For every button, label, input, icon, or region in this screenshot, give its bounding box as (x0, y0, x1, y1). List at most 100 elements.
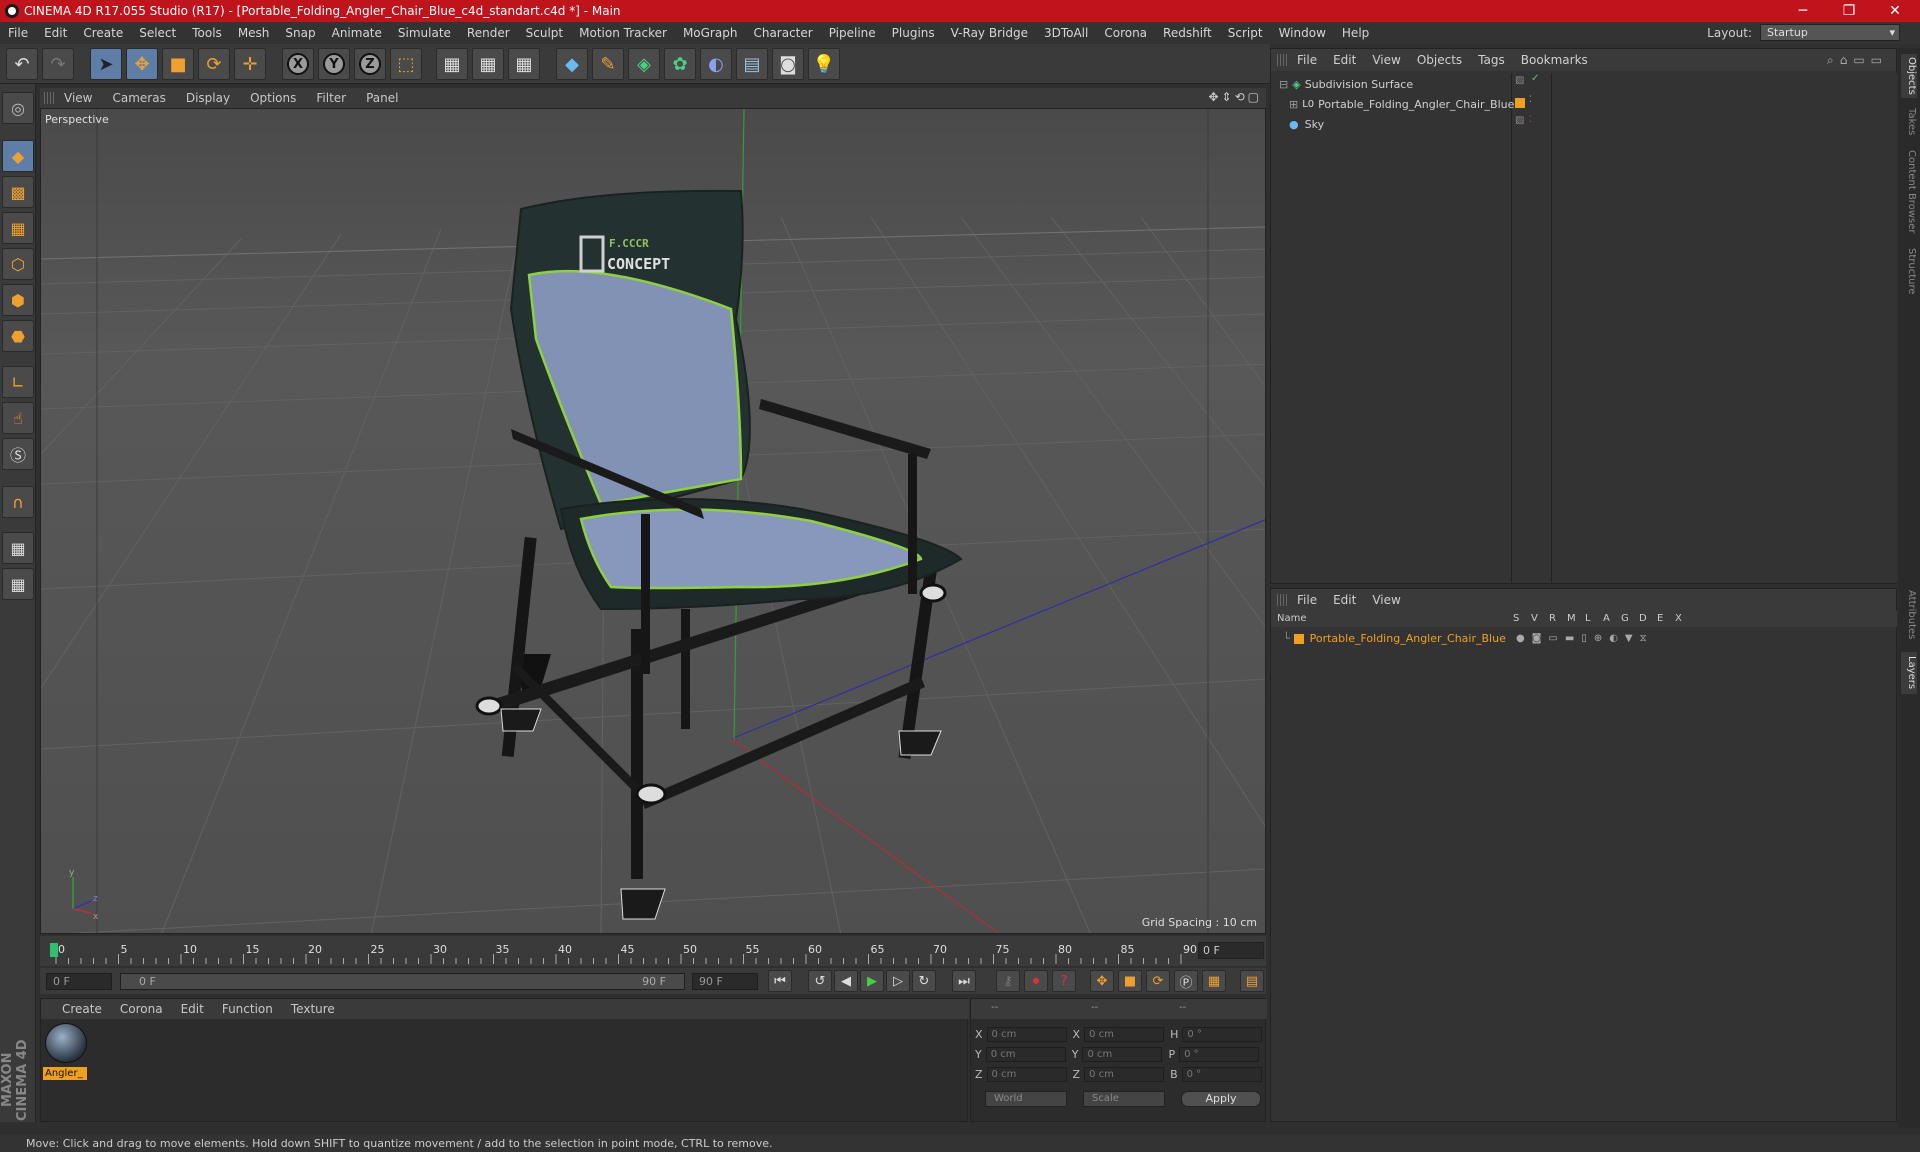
layout-dropdown[interactable]: Startup (1760, 24, 1900, 41)
x-axis-lock-icon[interactable]: X (282, 48, 314, 80)
render-settings-icon[interactable]: ▦ (508, 48, 540, 80)
panel-grip-icon[interactable] (1277, 594, 1287, 606)
objects-menu-bookmarks[interactable]: Bookmarks (1513, 53, 1596, 67)
play-icon[interactable]: ▶ (860, 970, 884, 992)
position-x-field[interactable]: 0 cm (986, 1026, 1067, 1042)
size-mode-dropdown[interactable]: Scale (1083, 1091, 1165, 1107)
minimize-button[interactable]: ─ (1780, 0, 1826, 22)
viewport-navigation-icons[interactable]: ✥⇕⟲▢ (1208, 90, 1262, 104)
menu-create[interactable]: Create (75, 26, 131, 40)
objects-menu-edit[interactable]: Edit (1325, 53, 1364, 67)
go-to-end-icon[interactable]: ⏭ (952, 970, 976, 992)
viewport-menu-display[interactable]: Display (176, 91, 240, 105)
menu-tools[interactable]: Tools (184, 26, 230, 40)
objects-menu-file[interactable]: File (1289, 53, 1325, 67)
render-view-icon[interactable]: ▦ (436, 48, 468, 80)
material-menu-function[interactable]: Function (213, 1002, 282, 1016)
menu-render[interactable]: Render (459, 26, 518, 40)
menu-mesh[interactable]: Mesh (230, 26, 278, 40)
material-swatch[interactable] (45, 1023, 87, 1063)
rotation-b-field[interactable]: 0 ° (1181, 1066, 1262, 1082)
visibility-dots-icon[interactable]: ⁚ (1529, 115, 1532, 134)
snap-icon[interactable]: Ⓢ (2, 438, 34, 470)
camera-icon[interactable]: ◙ (772, 48, 804, 80)
undo-icon[interactable]: ↶ (6, 48, 38, 80)
object-row-chair[interactable]: ⊞ L0 Portable_Folding_Angler_Chair_Blue (1271, 95, 1514, 114)
tab-layers[interactable]: Layers (1901, 652, 1917, 694)
menu-help[interactable]: Help (1334, 26, 1377, 40)
expand-icon[interactable]: ⊞ (1289, 98, 1298, 111)
redo-icon[interactable]: ↷ (42, 48, 74, 80)
collapse-icon[interactable]: ⊟ (1279, 78, 1288, 91)
menu-window[interactable]: Window (1271, 26, 1334, 40)
timeline-ticks[interactable]: 0 5 10 15 20 25 30 35 40 45 50 55 60 65 70 75 80 85 90 (50, 942, 1200, 964)
rotation-h-field[interactable]: 0 ° (1182, 1026, 1263, 1042)
viewport-menu-panel[interactable]: Panel (356, 91, 408, 105)
layer-color-swatch[interactable] (1515, 98, 1525, 108)
auto-keying-icon[interactable]: ⏺ (1024, 970, 1048, 992)
tab-takes[interactable]: Takes (1901, 104, 1917, 140)
menu-3dtoall[interactable]: 3DToAll (1036, 26, 1096, 40)
live-selection-icon[interactable]: ➤ (90, 48, 122, 80)
material-menu-edit[interactable]: Edit (172, 1002, 213, 1016)
key-pla-icon[interactable]: ▦ (1202, 970, 1226, 992)
make-editable-icon[interactable]: ◎ (2, 92, 34, 124)
perspective-viewport[interactable]: F.CCCR CONCEPT y z x Perspective Grid Sp… (40, 108, 1266, 934)
polygons-mode-icon[interactable]: ⬣ (2, 320, 34, 352)
tab-content-browser[interactable]: Content Browser (1901, 146, 1917, 238)
menu-animate[interactable]: Animate (324, 26, 390, 40)
size-z-field[interactable]: 0 cm (1084, 1066, 1165, 1082)
layers-menu-edit[interactable]: Edit (1325, 593, 1364, 607)
current-frame-field[interactable]: 0 F (1198, 942, 1264, 959)
previous-key-icon[interactable]: ↺ (808, 970, 832, 992)
key-position-icon[interactable]: ✥ (1090, 970, 1114, 992)
model-mode-icon[interactable]: ◆ (2, 140, 34, 172)
material-name[interactable]: Angler_ (43, 1067, 87, 1080)
go-to-start-icon[interactable]: ⏮ (768, 970, 792, 992)
layer-color-swatch[interactable] (1293, 633, 1304, 644)
menu-vray-bridge[interactable]: V-Ray Bridge (943, 26, 1036, 40)
search-home-icons[interactable]: ⌕⌂▭▭ (1827, 53, 1888, 68)
size-y-field[interactable]: 0 cm (1082, 1046, 1163, 1062)
size-x-field[interactable]: 0 cm (1084, 1026, 1165, 1042)
menu-script[interactable]: Script (1220, 26, 1271, 40)
menu-select[interactable]: Select (131, 26, 184, 40)
panel-grip-icon[interactable] (44, 92, 54, 104)
keyframe-selection-icon[interactable]: ? (1052, 970, 1076, 992)
tab-structure[interactable]: Structure (1901, 244, 1917, 298)
layers-menu-view[interactable]: View (1364, 593, 1408, 607)
points-mode-icon[interactable]: ⬡ (2, 248, 34, 280)
layer-row[interactable]: └ Portable_Folding_Angler_Chair_Blue ●◙▭… (1271, 629, 1691, 648)
light-icon[interactable]: 💡 (808, 48, 840, 80)
material-menu-texture[interactable]: Texture (282, 1002, 344, 1016)
material-menu-corona[interactable]: Corona (111, 1002, 172, 1016)
tab-attributes[interactable]: Attributes (1901, 584, 1917, 646)
menu-mograph[interactable]: MoGraph (675, 26, 746, 40)
position-z-field[interactable]: 0 cm (986, 1066, 1067, 1082)
floor-environment-icon[interactable]: ▤ (736, 48, 768, 80)
close-button[interactable]: ✕ (1872, 0, 1918, 22)
timeline-ruler[interactable]: 0 5 10 15 20 25 30 35 40 45 50 55 60 65 70 75 80 85 90 0 F (40, 936, 1266, 966)
viewport-menu-view[interactable]: View (54, 91, 102, 105)
menu-redshift[interactable]: Redshift (1155, 26, 1220, 40)
menu-motion-tracker[interactable]: Motion Tracker (571, 26, 675, 40)
position-y-field[interactable]: 0 cm (985, 1046, 1066, 1062)
menu-simulate[interactable]: Simulate (390, 26, 459, 40)
move-icon[interactable]: ✥ (126, 48, 158, 80)
coordinate-system-icon[interactable]: ⬚ (390, 48, 422, 80)
key-parameter-icon[interactable]: Ⓟ (1174, 970, 1198, 992)
cube-primitive-icon[interactable]: ◆ (556, 48, 588, 80)
object-row-sky[interactable]: ● Sky (1271, 115, 1511, 134)
timeline-window-icon[interactable]: ▤ (1240, 970, 1264, 992)
maximize-button[interactable]: ❐ (1826, 0, 1872, 22)
deformer-icon[interactable]: ◐ (700, 48, 732, 80)
rotation-p-field[interactable]: 0 ° (1179, 1046, 1260, 1062)
layer-tag-icon[interactable]: ▨ (1515, 115, 1524, 134)
layer-tag-icon[interactable]: ▨ (1515, 75, 1524, 94)
menu-character[interactable]: Character (745, 26, 820, 40)
previous-frame-icon[interactable]: ◀ (834, 970, 858, 992)
menu-file[interactable]: File (0, 26, 36, 40)
viewport-menu-cameras[interactable]: Cameras (102, 91, 175, 105)
key-rotation-icon[interactable]: ⟳ (1146, 970, 1170, 992)
subdivision-surface-icon[interactable]: ◈ (628, 48, 660, 80)
